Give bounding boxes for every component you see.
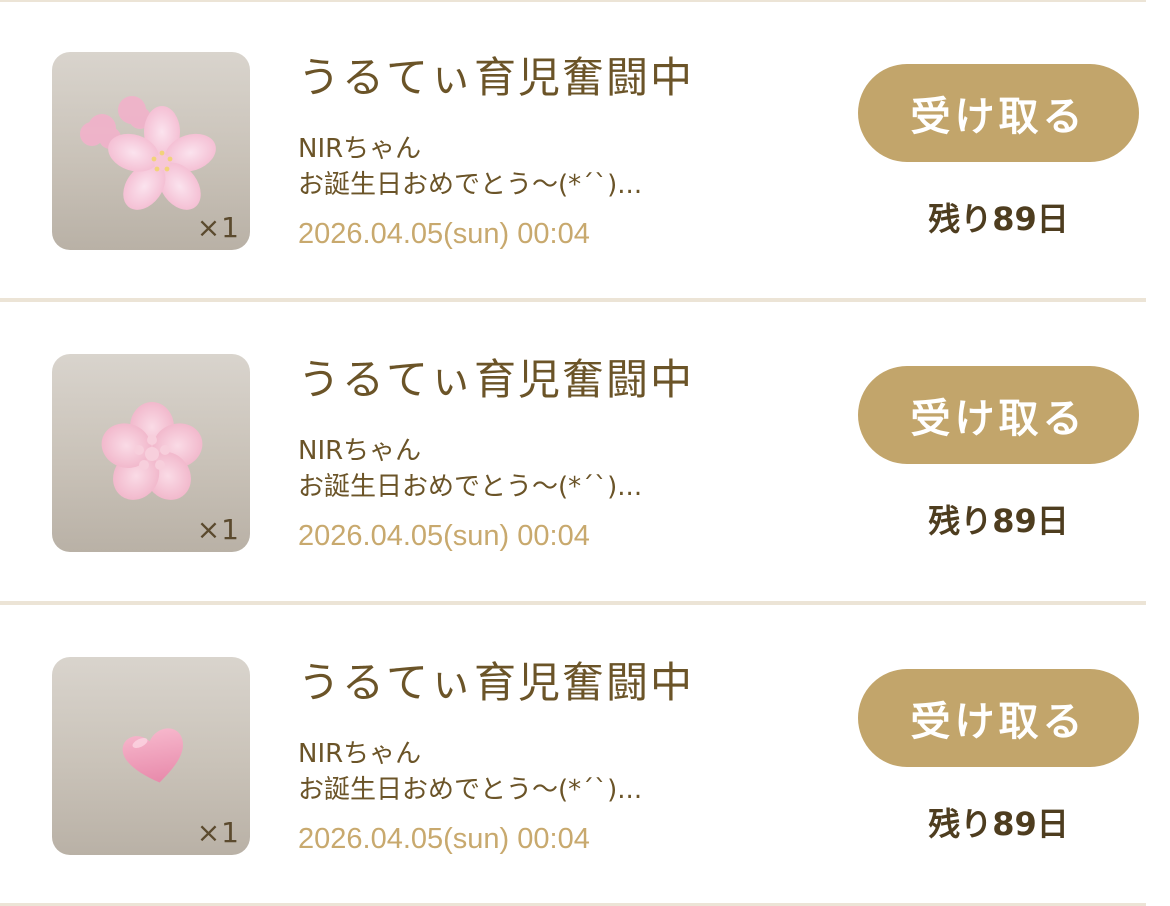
gift-quantity: ×1 <box>196 513 240 546</box>
sender-name: NIRちゃん <box>298 436 422 466</box>
gift-date: 2026.04.05(sun) 00:04 <box>298 218 590 250</box>
gift-quantity: ×1 <box>196 816 240 849</box>
gift-date: 2026.04.05(sun) 00:04 <box>298 823 590 855</box>
remaining-days: 残り89日 <box>928 200 1069 238</box>
gift-title: うるてぃ育児奮闘中 <box>298 355 695 404</box>
receive-button[interactable]: 受け取る <box>858 669 1139 767</box>
gift-title: うるてぃ育児奮闘中 <box>298 658 695 707</box>
gift-list-item: ×1 うるてぃ育児奮闘中 NIRちゃん お誕生日おめでとう〜(*´`)... 2… <box>0 605 1146 903</box>
gift-message: お誕生日おめでとう〜(*´`)... <box>298 170 643 200</box>
gift-list-item: ×1 うるてぃ育児奮闘中 NIRちゃん お誕生日おめでとう〜(*´`)... 2… <box>0 302 1146 600</box>
gift-thumbnail: ×1 <box>52 354 250 552</box>
gift-quantity: ×1 <box>196 211 240 244</box>
gift-thumbnail: ×1 <box>52 52 250 250</box>
receive-button[interactable]: 受け取る <box>858 64 1139 162</box>
gift-title: うるてぃ育児奮闘中 <box>298 53 695 102</box>
sender-name: NIRちゃん <box>298 134 422 164</box>
gift-message: お誕生日おめでとう〜(*´`)... <box>298 775 643 805</box>
receive-button[interactable]: 受け取る <box>858 366 1139 464</box>
gift-message: お誕生日おめでとう〜(*´`)... <box>298 472 643 502</box>
remaining-days: 残り89日 <box>928 502 1069 540</box>
sender-name: NIRちゃん <box>298 739 422 769</box>
gift-list-item: ×1 うるてぃ育児奮闘中 NIRちゃん お誕生日おめでとう〜(*´`)... 2… <box>0 0 1146 298</box>
remaining-days: 残り89日 <box>928 805 1069 843</box>
gift-thumbnail: ×1 <box>52 657 250 855</box>
gift-date: 2026.04.05(sun) 00:04 <box>298 520 590 552</box>
